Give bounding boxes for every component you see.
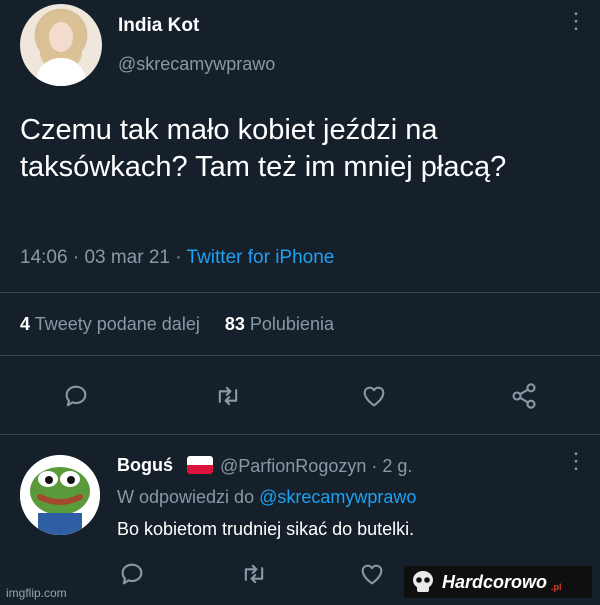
divider [0, 434, 600, 435]
reply-author-name[interactable]: Boguś [117, 455, 173, 476]
hardcorowo-logo: Hardcorowo .pl [404, 566, 592, 598]
likes-stat[interactable]: 83 Polubienia [225, 314, 334, 334]
retweet-icon[interactable] [214, 382, 242, 410]
tweet-source-link[interactable]: Twitter for iPhone [187, 247, 335, 268]
author-avatar[interactable] [20, 4, 102, 86]
logo-suffix: .pl [551, 582, 562, 592]
author-name[interactable]: India Kot [118, 15, 199, 37]
reply-more-options-icon[interactable]: ⋮ [565, 450, 587, 472]
retweets-stat[interactable]: 4 Tweety podane dalej [20, 314, 200, 334]
heart-icon[interactable] [358, 560, 386, 588]
reply-author-handle[interactable]: @ParfionRogozyn [220, 456, 366, 476]
skull-icon [413, 571, 433, 594]
logo-text: Hardcorowo [442, 571, 548, 592]
tweet-date: 03 mar 21 [84, 247, 170, 268]
pepe-frog-avatar-icon [20, 455, 100, 535]
divider [0, 355, 600, 356]
comment-icon[interactable] [118, 560, 146, 588]
meta-separator: · [67, 247, 85, 268]
reply-to-prefix: W odpowiedzi do [117, 487, 255, 507]
likes-count: 83 [224, 314, 245, 334]
reply-to-line: W odpowiedzi do @skrecamywprawo [117, 487, 416, 508]
poland-flag-icon [187, 456, 213, 474]
avatar-face [49, 22, 73, 52]
heart-icon[interactable] [360, 382, 388, 410]
divider [0, 292, 600, 293]
likes-label: Polubienia [249, 314, 334, 334]
retweet-icon[interactable] [240, 560, 268, 588]
retweets-count: 4 [20, 314, 31, 334]
tweet-meta: 14:06 · 03 mar 21 · Twitter for iPhone [20, 247, 334, 269]
author-handle[interactable]: @skrecamywprawo [118, 54, 275, 75]
imgflip-watermark: imgflip.com [6, 586, 67, 600]
reply-author-avatar[interactable] [20, 455, 100, 535]
tweet-text: Czemu tak mało kobiet jeździ na taksówka… [20, 114, 507, 183]
tweet-stats: 4 Tweety podane dalej 83 Polubienia [20, 314, 334, 335]
retweets-label: Tweety podane dalej [34, 314, 200, 334]
reply-to-handle-link[interactable]: @skrecamywprawo [259, 487, 416, 507]
share-icon[interactable] [510, 382, 538, 410]
more-options-icon[interactable]: ⋮ [565, 10, 587, 32]
reply-age: 2 g. [382, 456, 413, 476]
reply-text: Bo kobietom trudniej sikać do butelki. [117, 519, 415, 539]
meta-separator: · [169, 247, 187, 268]
tweet-time: 14:06 [20, 247, 68, 268]
comment-icon[interactable] [62, 382, 90, 410]
reply-author-handle-line: @ParfionRogozyn · 2 g. [220, 456, 413, 476]
